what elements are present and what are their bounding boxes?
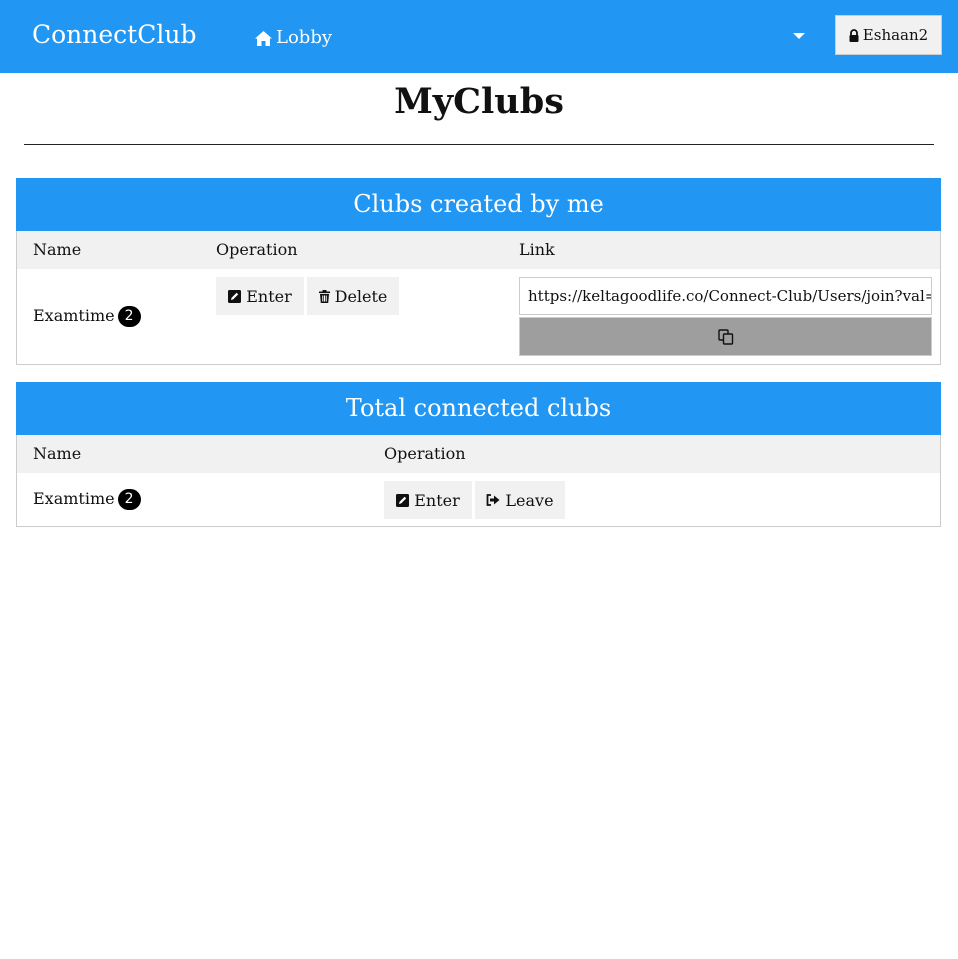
club-name-cell: Examtime 2 — [33, 306, 141, 327]
user-name-label: Eshaan2 — [862, 26, 929, 44]
created-clubs-card: Clubs created by me Name Operation Link … — [16, 178, 941, 365]
edit-icon — [396, 493, 410, 507]
enter-club-button[interactable]: Enter — [384, 481, 472, 519]
caret-down-icon[interactable] — [793, 33, 805, 39]
page-title: MyClubs — [394, 81, 564, 122]
delete-button-label: Delete — [334, 286, 388, 306]
column-header-operation: Operation — [216, 240, 298, 259]
delete-club-button[interactable]: Delete — [307, 277, 399, 315]
trash-icon — [318, 289, 330, 303]
enter-button-label: Enter — [246, 286, 292, 306]
brand-logo[interactable]: ConnectClub — [32, 19, 196, 51]
top-navbar: ConnectClub Lobby Eshaan2 — [0, 0, 958, 73]
copy-icon — [717, 328, 734, 345]
member-count-badge: 2 — [117, 489, 141, 510]
club-name: Examtime — [33, 306, 115, 325]
user-account-button[interactable]: Eshaan2 — [835, 15, 942, 55]
column-header-link: Link — [519, 240, 555, 259]
invite-link-field[interactable]: https://keltagoodlife.co/Connect-Club/Us… — [519, 277, 932, 315]
created-clubs-table-head: Name Operation Link — [17, 231, 940, 269]
column-header-name: Name — [33, 444, 82, 463]
enter-button-label: Enter — [414, 490, 460, 510]
created-clubs-header: Clubs created by me — [16, 178, 941, 231]
home-icon — [255, 30, 272, 46]
leave-club-button[interactable]: Leave — [475, 481, 565, 519]
column-header-operation: Operation — [384, 444, 466, 463]
column-header-name: Name — [33, 240, 82, 259]
sign-out-icon — [486, 494, 500, 506]
member-count-badge: 2 — [117, 306, 141, 327]
lock-icon — [849, 28, 859, 42]
leave-button-label: Leave — [505, 490, 554, 510]
connected-clubs-header: Total connected clubs — [16, 382, 941, 435]
copy-link-button[interactable] — [519, 317, 932, 356]
connected-clubs-card: Total connected clubs Name Operation Exa… — [16, 382, 941, 527]
connected-clubs-table-head: Name Operation — [17, 435, 940, 473]
edit-icon — [228, 289, 242, 303]
title-divider — [24, 144, 934, 145]
nav-lobby-link[interactable]: Lobby — [255, 26, 332, 50]
enter-club-button[interactable]: Enter — [216, 277, 304, 315]
club-name-cell: Examtime 2 — [33, 489, 141, 510]
club-name: Examtime — [33, 489, 115, 508]
nav-lobby-label: Lobby — [276, 27, 333, 48]
